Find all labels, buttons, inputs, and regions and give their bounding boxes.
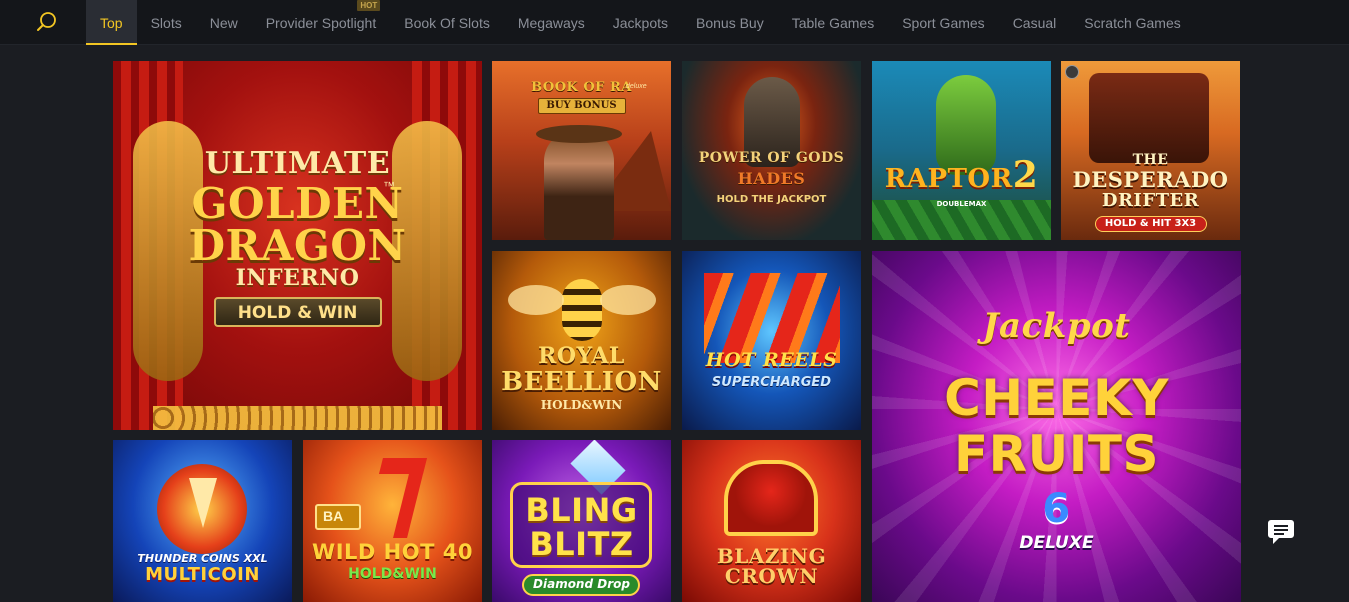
- tab-label: New: [209, 14, 238, 31]
- hot-badge: HOT: [357, 0, 381, 11]
- game-title-line: Jackpot: [982, 306, 1131, 346]
- tab-slots[interactable]: Slots: [137, 0, 196, 45]
- game-tile-power-of-gods-hades[interactable]: POWER OF GODS HADES HOLD THE JACKPOT: [682, 61, 861, 240]
- game-title-line: CROWN: [724, 564, 819, 588]
- game-title-line: GOLDEN: [191, 179, 404, 228]
- game-subtitle: HOLD&WIN: [348, 566, 437, 582]
- tab-label: Slots: [150, 14, 182, 31]
- game-subtitle: BUY BONUS: [546, 100, 617, 111]
- tab-new[interactable]: New: [196, 0, 252, 45]
- game-title-line: POWER OF GODS: [698, 150, 845, 166]
- game-tile-golden-dragon-inferno[interactable]: ULTIMATE GOLDEN ™ DRAGON INFERNO HOLD & …: [113, 61, 482, 430]
- game-subtitle: HOLD & HIT 3x3: [1104, 218, 1197, 229]
- game-title-number: 6: [1042, 486, 1071, 532]
- tab-label: Bonus Buy: [696, 14, 764, 31]
- tab-label: Scratch Games: [1084, 14, 1181, 31]
- crown-graphic: [724, 460, 818, 536]
- tab-label: Jackpots: [612, 14, 668, 31]
- bee-wing-right: [600, 285, 656, 315]
- game-tag: deluxe: [626, 83, 647, 90]
- game-tile-blazing-crown[interactable]: BLAZING CROWN: [682, 440, 861, 602]
- tab-label: Book Of Slots: [404, 14, 490, 31]
- tab-table-games[interactable]: Table Games: [778, 0, 888, 45]
- train-figure: [1089, 73, 1209, 163]
- tab-label: Provider Spotlight: [265, 14, 377, 31]
- search-icon[interactable]: [36, 11, 58, 33]
- trademark-symbol: ™: [383, 179, 395, 193]
- game-subtitle: DELUXE: [1019, 533, 1094, 553]
- game-title-line: CHEEKY: [944, 369, 1169, 427]
- game-tile-cheeky-fruits-6-deluxe[interactable]: Jackpot CHEEKY FRUITS 6 DELUXE: [872, 251, 1241, 602]
- game-tile-royal-beellion[interactable]: ROYAL BEELLION HOLD&WIN: [492, 251, 671, 430]
- lightning-bolt: [189, 478, 217, 528]
- game-tile-hot-reels-supercharged[interactable]: HOT REELS SUPERCHARGED: [682, 251, 861, 430]
- game-title-line: THE: [1132, 152, 1169, 168]
- tab-jackpots[interactable]: Jackpots: [599, 0, 682, 45]
- game-subtitle: MULTICOIN: [145, 564, 260, 585]
- tab-megaways[interactable]: Megaways: [504, 0, 599, 45]
- game-subtitle: DOUBLEMAX: [936, 200, 987, 208]
- game-title-line: RAPTOR2: [872, 157, 1051, 193]
- top-navigation: Top Slots New Provider Spotlight HOT Boo…: [0, 0, 1349, 45]
- bee-body: [562, 279, 602, 341]
- game-title-line: DRAGON: [188, 221, 407, 270]
- tab-label: Table Games: [791, 14, 875, 31]
- tab-bonus-buy[interactable]: Bonus Buy: [682, 0, 778, 45]
- tab-casual[interactable]: Casual: [999, 0, 1071, 45]
- game-subtitle: HOLD & WIN: [237, 303, 358, 323]
- game-title-number: 2: [1012, 154, 1039, 196]
- explorer-hat: [536, 125, 622, 143]
- game-title-text: RAPTOR: [884, 164, 1013, 194]
- game-tile-thunder-coins-xxl-multicoin[interactable]: THUNDER COINS XXL MULTICOIN: [113, 440, 292, 602]
- gold-coins: [153, 406, 442, 430]
- chat-icon[interactable]: [1258, 516, 1304, 548]
- tab-scratch-games[interactable]: Scratch Games: [1070, 0, 1194, 45]
- game-subtitle: Diamond Drop: [533, 577, 630, 591]
- tab-provider-spotlight[interactable]: Provider Spotlight HOT: [252, 0, 391, 45]
- game-title-line: ULTIMATE: [204, 146, 391, 181]
- tab-label: Top: [100, 14, 123, 31]
- game-subtitle: SUPERCHARGED: [711, 375, 832, 390]
- tab-label: Megaways: [517, 14, 585, 31]
- game-title-line: WILD HOT 40: [312, 540, 473, 564]
- explorer-figure: [544, 131, 614, 240]
- tab-sport-games[interactable]: Sport Games: [888, 0, 998, 45]
- game-subtitle: HOLD&WIN: [540, 398, 623, 412]
- tab-book-of-slots[interactable]: Book Of Slots: [390, 0, 504, 45]
- game-title-line: ROYAL: [538, 343, 625, 369]
- game-title-line: BLAZING: [716, 544, 827, 568]
- game-title-line: INFERNO: [235, 265, 360, 291]
- game-subtitle: HOLD THE JACKPOT: [716, 194, 827, 205]
- game-tile-bling-blitz-diamond-drop[interactable]: BLING BLITZ Diamond Drop: [492, 440, 671, 602]
- tab-label: Sport Games: [902, 14, 985, 31]
- game-title-line: DESPERADO: [1072, 167, 1229, 192]
- game-title-line: BLING: [525, 491, 638, 529]
- game-title-line: BEELLION: [501, 367, 662, 397]
- provider-logo: [1065, 65, 1079, 79]
- game-tile-raptor-2[interactable]: RAPTOR2 DOUBLEMAX: [872, 61, 1051, 240]
- game-title-line: HADES: [737, 169, 806, 188]
- game-title-line: DRIFTER: [1101, 190, 1200, 211]
- game-tile-book-of-ra[interactable]: BOOK OF RA deluxe BUY BONUS: [492, 61, 671, 240]
- game-title-line: FRUITS: [954, 425, 1159, 483]
- game-tile-wild-hot-40[interactable]: BA WILD HOT 40 HOLD&WIN: [303, 440, 482, 602]
- tab-top[interactable]: Top: [86, 0, 137, 45]
- bee-wing-left: [508, 285, 564, 315]
- bar-symbol: BA: [323, 508, 344, 524]
- game-title-line: BLITZ: [529, 525, 634, 563]
- game-title-line: HOT REELS: [705, 349, 838, 371]
- category-tabs: Top Slots New Provider Spotlight HOT Boo…: [86, 0, 1195, 45]
- game-tile-desperado-drifter[interactable]: THE DESPERADO DRIFTER HOLD & HIT 3x3: [1061, 61, 1240, 240]
- tab-label: Casual: [1012, 14, 1057, 31]
